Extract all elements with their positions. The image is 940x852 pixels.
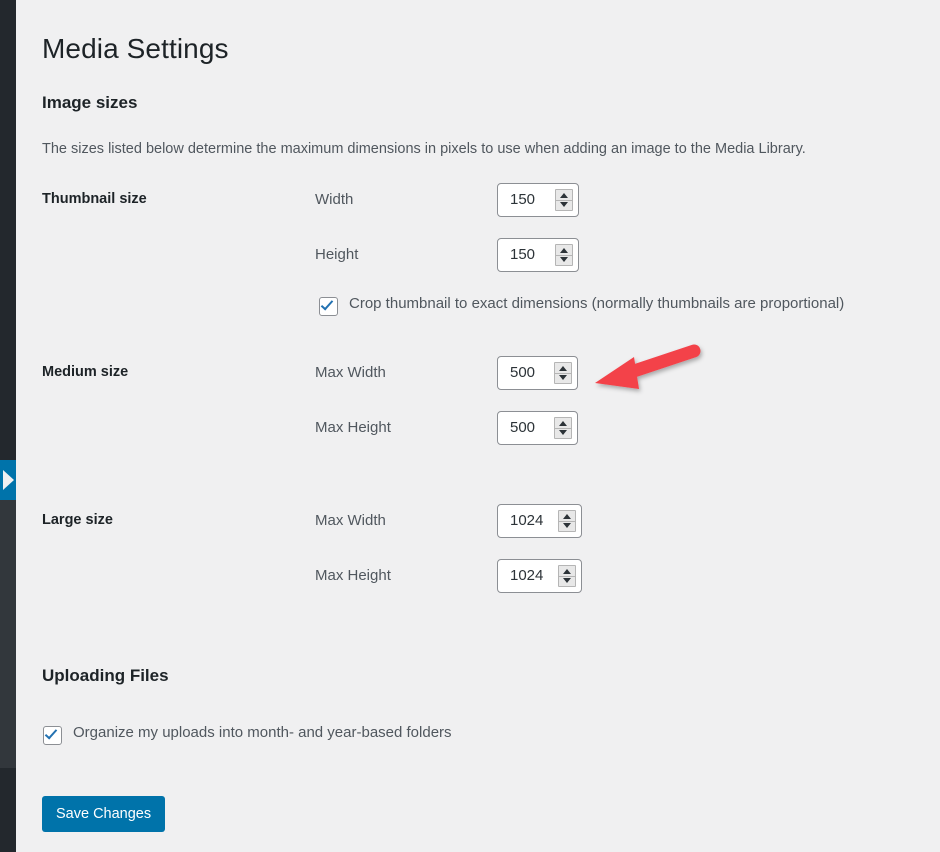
stepper-up-icon[interactable] (560, 248, 568, 253)
medium-max-width-value: 500 (510, 364, 536, 381)
field-label-medium-max-height: Max Height (315, 419, 391, 436)
stepper-up-icon[interactable] (559, 366, 567, 371)
crop-thumbnail-checkbox[interactable] (319, 297, 338, 316)
arrow-head (595, 357, 639, 389)
field-label-medium-max-width: Max Width (315, 364, 386, 381)
stepper-down-icon[interactable] (560, 257, 568, 262)
large-max-height-stepper[interactable] (558, 565, 576, 587)
stepper-divider (556, 200, 572, 201)
large-max-width-input[interactable]: 1024 (497, 504, 582, 538)
stepper-up-icon[interactable] (560, 193, 568, 198)
large-max-height-value: 1024 (510, 567, 544, 584)
row-label-thumbnail-size: Thumbnail size (42, 191, 147, 207)
organize-uploads-checkbox[interactable] (43, 726, 62, 745)
save-changes-button[interactable]: Save Changes (42, 796, 166, 832)
medium-max-height-value: 500 (510, 419, 536, 436)
medium-max-width-input[interactable]: 500 (497, 356, 578, 390)
stepper-divider (555, 428, 571, 429)
field-label-thumbnail-width: Width (315, 191, 354, 208)
row-label-medium-size: Medium size (42, 364, 129, 380)
sidebar-rail-middle (0, 500, 16, 768)
large-max-width-stepper[interactable] (558, 510, 576, 532)
large-max-height-input[interactable]: 1024 (497, 559, 582, 593)
thumbnail-height-value: 150 (510, 246, 536, 263)
medium-max-width-stepper[interactable] (554, 362, 572, 384)
admin-sidebar-rail (0, 0, 16, 852)
annotation-arrow-icon (595, 344, 701, 389)
field-label-large-max-height: Max Height (315, 567, 391, 584)
sidebar-rail-bottom (0, 768, 16, 852)
settings-page: Media Settings Image sizes The sizes lis… (16, 0, 940, 852)
thumbnail-height-stepper[interactable] (555, 244, 573, 266)
stepper-down-icon[interactable] (563, 523, 571, 528)
field-label-thumbnail-height: Height (315, 246, 359, 263)
thumbnail-width-input[interactable]: 150 (497, 183, 579, 217)
stepper-up-icon[interactable] (559, 421, 567, 426)
arrow-shaft (624, 344, 701, 379)
field-label-large-max-width: Max Width (315, 512, 386, 529)
crop-thumbnail-checkbox-label: Crop thumbnail to exact dimensions (norm… (349, 295, 845, 312)
organize-uploads-checkbox-label: Organize my uploads into month- and year… (73, 724, 452, 741)
stepper-down-icon[interactable] (560, 202, 568, 207)
row-label-large-size: Large size (42, 512, 113, 528)
chevron-left-icon (3, 470, 14, 490)
page-title: Media Settings (42, 32, 229, 64)
stepper-divider (559, 576, 575, 577)
stepper-divider (555, 373, 571, 374)
thumbnail-width-value: 150 (510, 191, 536, 208)
medium-max-height-stepper[interactable] (554, 417, 572, 439)
stepper-down-icon[interactable] (559, 430, 567, 435)
image-sizes-description: The sizes listed below determine the max… (42, 140, 806, 157)
thumbnail-height-input[interactable]: 150 (497, 238, 579, 272)
large-max-width-value: 1024 (510, 512, 544, 529)
thumbnail-width-stepper[interactable] (555, 189, 573, 211)
check-icon (44, 726, 58, 740)
medium-max-height-input[interactable]: 500 (497, 411, 578, 445)
stepper-up-icon[interactable] (563, 569, 571, 574)
stepper-divider (556, 255, 572, 256)
check-icon (320, 297, 334, 311)
stepper-down-icon[interactable] (559, 375, 567, 380)
stepper-up-icon[interactable] (563, 514, 571, 519)
stepper-down-icon[interactable] (563, 578, 571, 583)
sidebar-rail-top (0, 0, 16, 460)
section-heading-image-sizes: Image sizes (42, 93, 138, 113)
section-heading-uploading-files: Uploading Files (42, 666, 169, 686)
stepper-divider (559, 521, 575, 522)
collapse-menu-button[interactable] (0, 460, 16, 500)
